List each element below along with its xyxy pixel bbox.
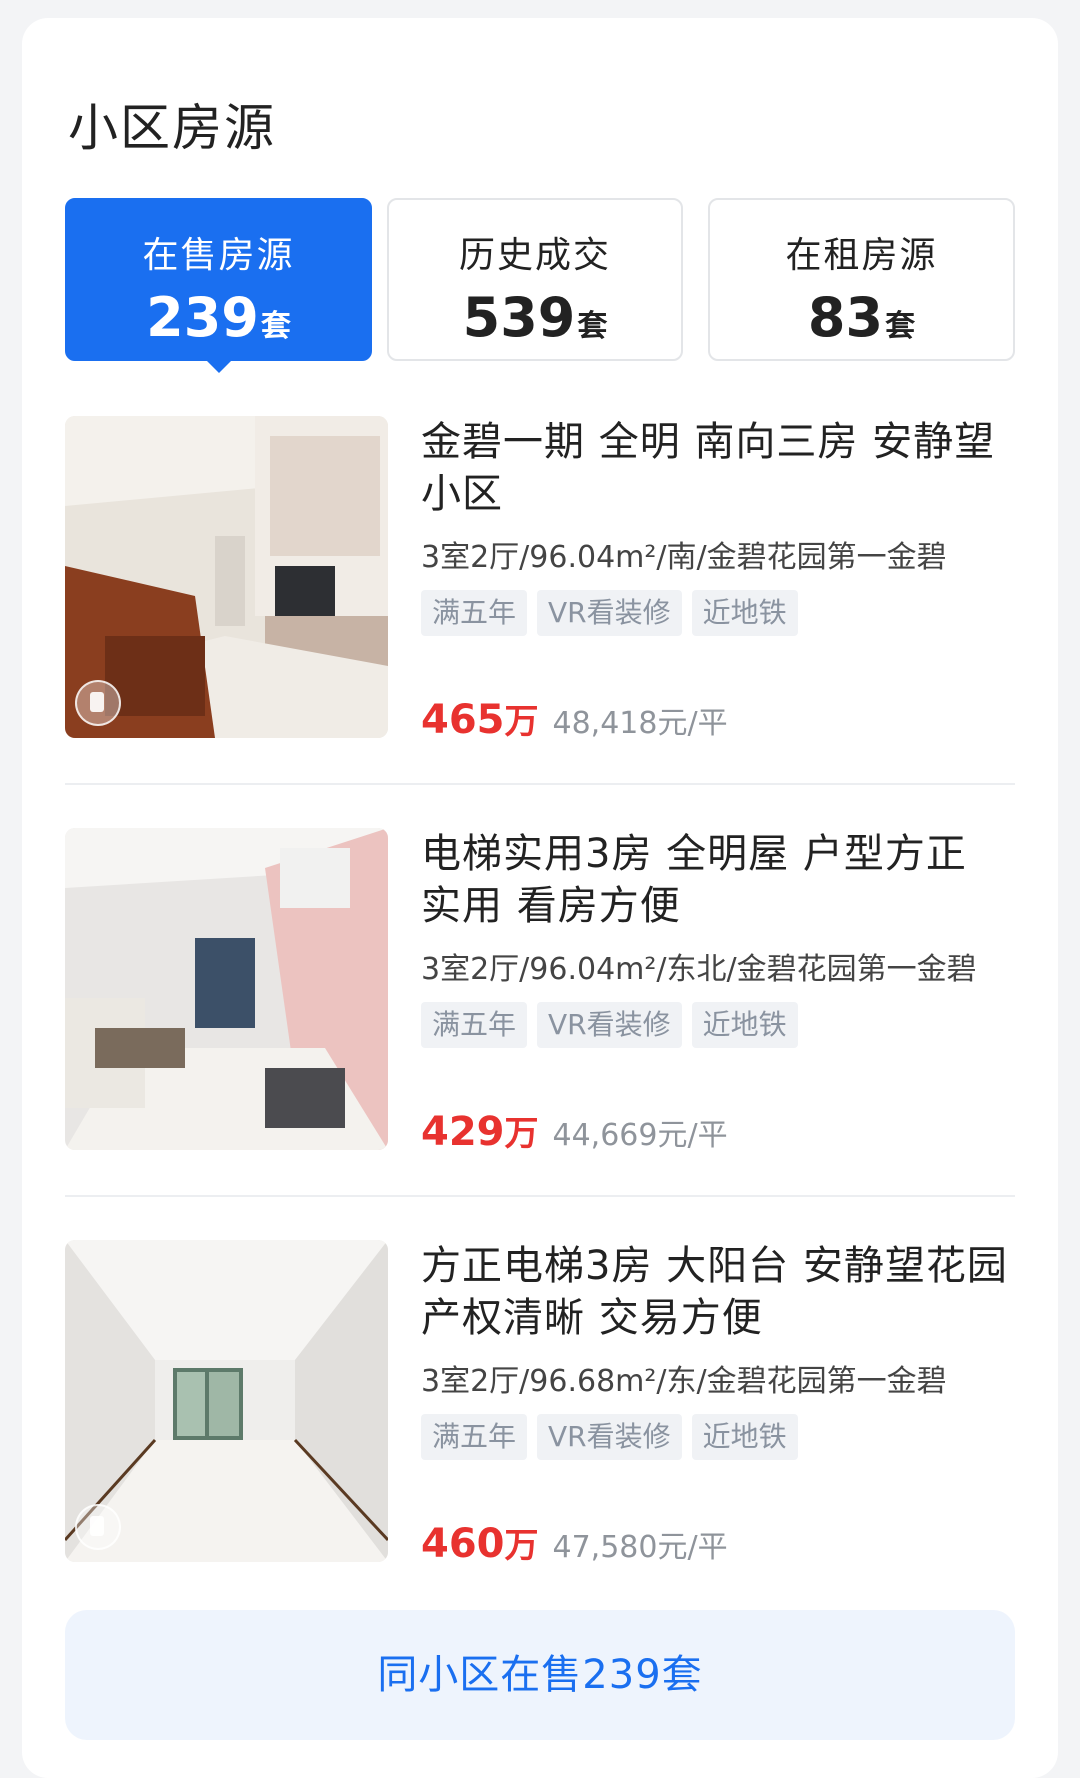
listing-meta: 3室2厅/96.68m²/东/金碧花园第一金碧 — [421, 1364, 947, 1399]
listing-photo[interactable] — [65, 828, 388, 1150]
tag: 近地铁 — [691, 1002, 798, 1048]
price-row: 429万 44,669元/平 — [421, 1106, 728, 1155]
price-unit: 万 — [504, 1114, 539, 1154]
tab-count: 239 — [146, 286, 259, 349]
listing-title: 电梯实用3房 全明屋 户型方正 实用 看房方便 — [421, 831, 967, 929]
tab-count: 83 — [807, 286, 884, 349]
listing-item[interactable]: 金碧一期 全明 南向三房 安静望小区 3室2厅/96.04m²/南/金碧花园第一… — [65, 416, 1015, 743]
tab-for-sale[interactable]: 在售房源 239套 — [65, 198, 372, 373]
unit-price: 48,418元/平 — [552, 706, 728, 741]
total-price: 429 — [421, 1109, 505, 1155]
price-unit: 万 — [504, 1526, 539, 1566]
total-price: 460 — [421, 1521, 505, 1567]
listing-type-tabs: 在售房源 239套 历史成交 539套 在租房源 83套 — [65, 198, 1017, 373]
divider — [65, 1195, 1015, 1197]
tab-unit: 套 — [577, 309, 608, 344]
listing-title: 方正电梯3房 大阳台 安静望花园 产权清晰 交易方便 — [421, 1243, 1008, 1341]
tag: 近地铁 — [691, 590, 798, 636]
tab-unit: 套 — [260, 309, 291, 344]
tag: 近地铁 — [691, 1414, 798, 1460]
listing-tags: 满五年 VR看装修 近地铁 — [421, 590, 1015, 636]
tag: 满五年 — [421, 1002, 528, 1048]
tab-label: 在售房源 — [142, 235, 295, 276]
tab-sold-history[interactable]: 历史成交 539套 — [387, 198, 683, 361]
listing-photo[interactable] — [65, 1240, 388, 1562]
community-listings-card: 小区房源 在售房源 239套 历史成交 539套 在租房源 83套 金碧一期 全… — [22, 18, 1058, 1778]
tab-count: 539 — [462, 286, 576, 349]
unit-price: 47,580元/平 — [552, 1530, 728, 1565]
tag: 满五年 — [421, 590, 528, 636]
tab-label: 在租房源 — [785, 235, 938, 276]
tab-for-rent[interactable]: 在租房源 83套 — [708, 198, 1015, 361]
listing-photo[interactable] — [65, 416, 388, 738]
vr-icon — [75, 680, 121, 726]
unit-price: 44,669元/平 — [552, 1118, 728, 1153]
listing-tags: 满五年 VR看装修 近地铁 — [421, 1414, 1015, 1460]
listing-meta: 3室2厅/96.04m²/南/金碧花园第一金碧 — [421, 540, 947, 575]
tab-unit: 套 — [885, 309, 916, 344]
price-unit: 万 — [504, 702, 539, 742]
listing-item[interactable]: 方正电梯3房 大阳台 安静望花园 产权清晰 交易方便 3室2厅/96.68m²/… — [65, 1240, 1015, 1567]
divider — [65, 783, 1015, 785]
price-row: 465万 48,418元/平 — [421, 694, 728, 743]
tag: VR看装修 — [537, 1002, 682, 1048]
listing-meta: 3室2厅/96.04m²/东北/金碧花园第一金碧 — [421, 952, 977, 987]
listing-tags: 满五年 VR看装修 近地铁 — [421, 1002, 1015, 1048]
tag: VR看装修 — [537, 1414, 682, 1460]
view-more-listings-button[interactable]: 同小区在售239套 — [65, 1610, 1015, 1740]
vr-icon — [75, 1504, 121, 1550]
listing-title: 金碧一期 全明 南向三房 安静望小区 — [421, 419, 996, 517]
tab-label: 历史成交 — [458, 235, 611, 276]
section-title: 小区房源 — [68, 99, 276, 157]
tag: 满五年 — [421, 1414, 528, 1460]
tag: VR看装修 — [537, 590, 682, 636]
total-price: 465 — [421, 697, 505, 743]
price-row: 460万 47,580元/平 — [421, 1518, 728, 1567]
listing-item[interactable]: 电梯实用3房 全明屋 户型方正 实用 看房方便 3室2厅/96.04m²/东北/… — [65, 828, 1015, 1155]
